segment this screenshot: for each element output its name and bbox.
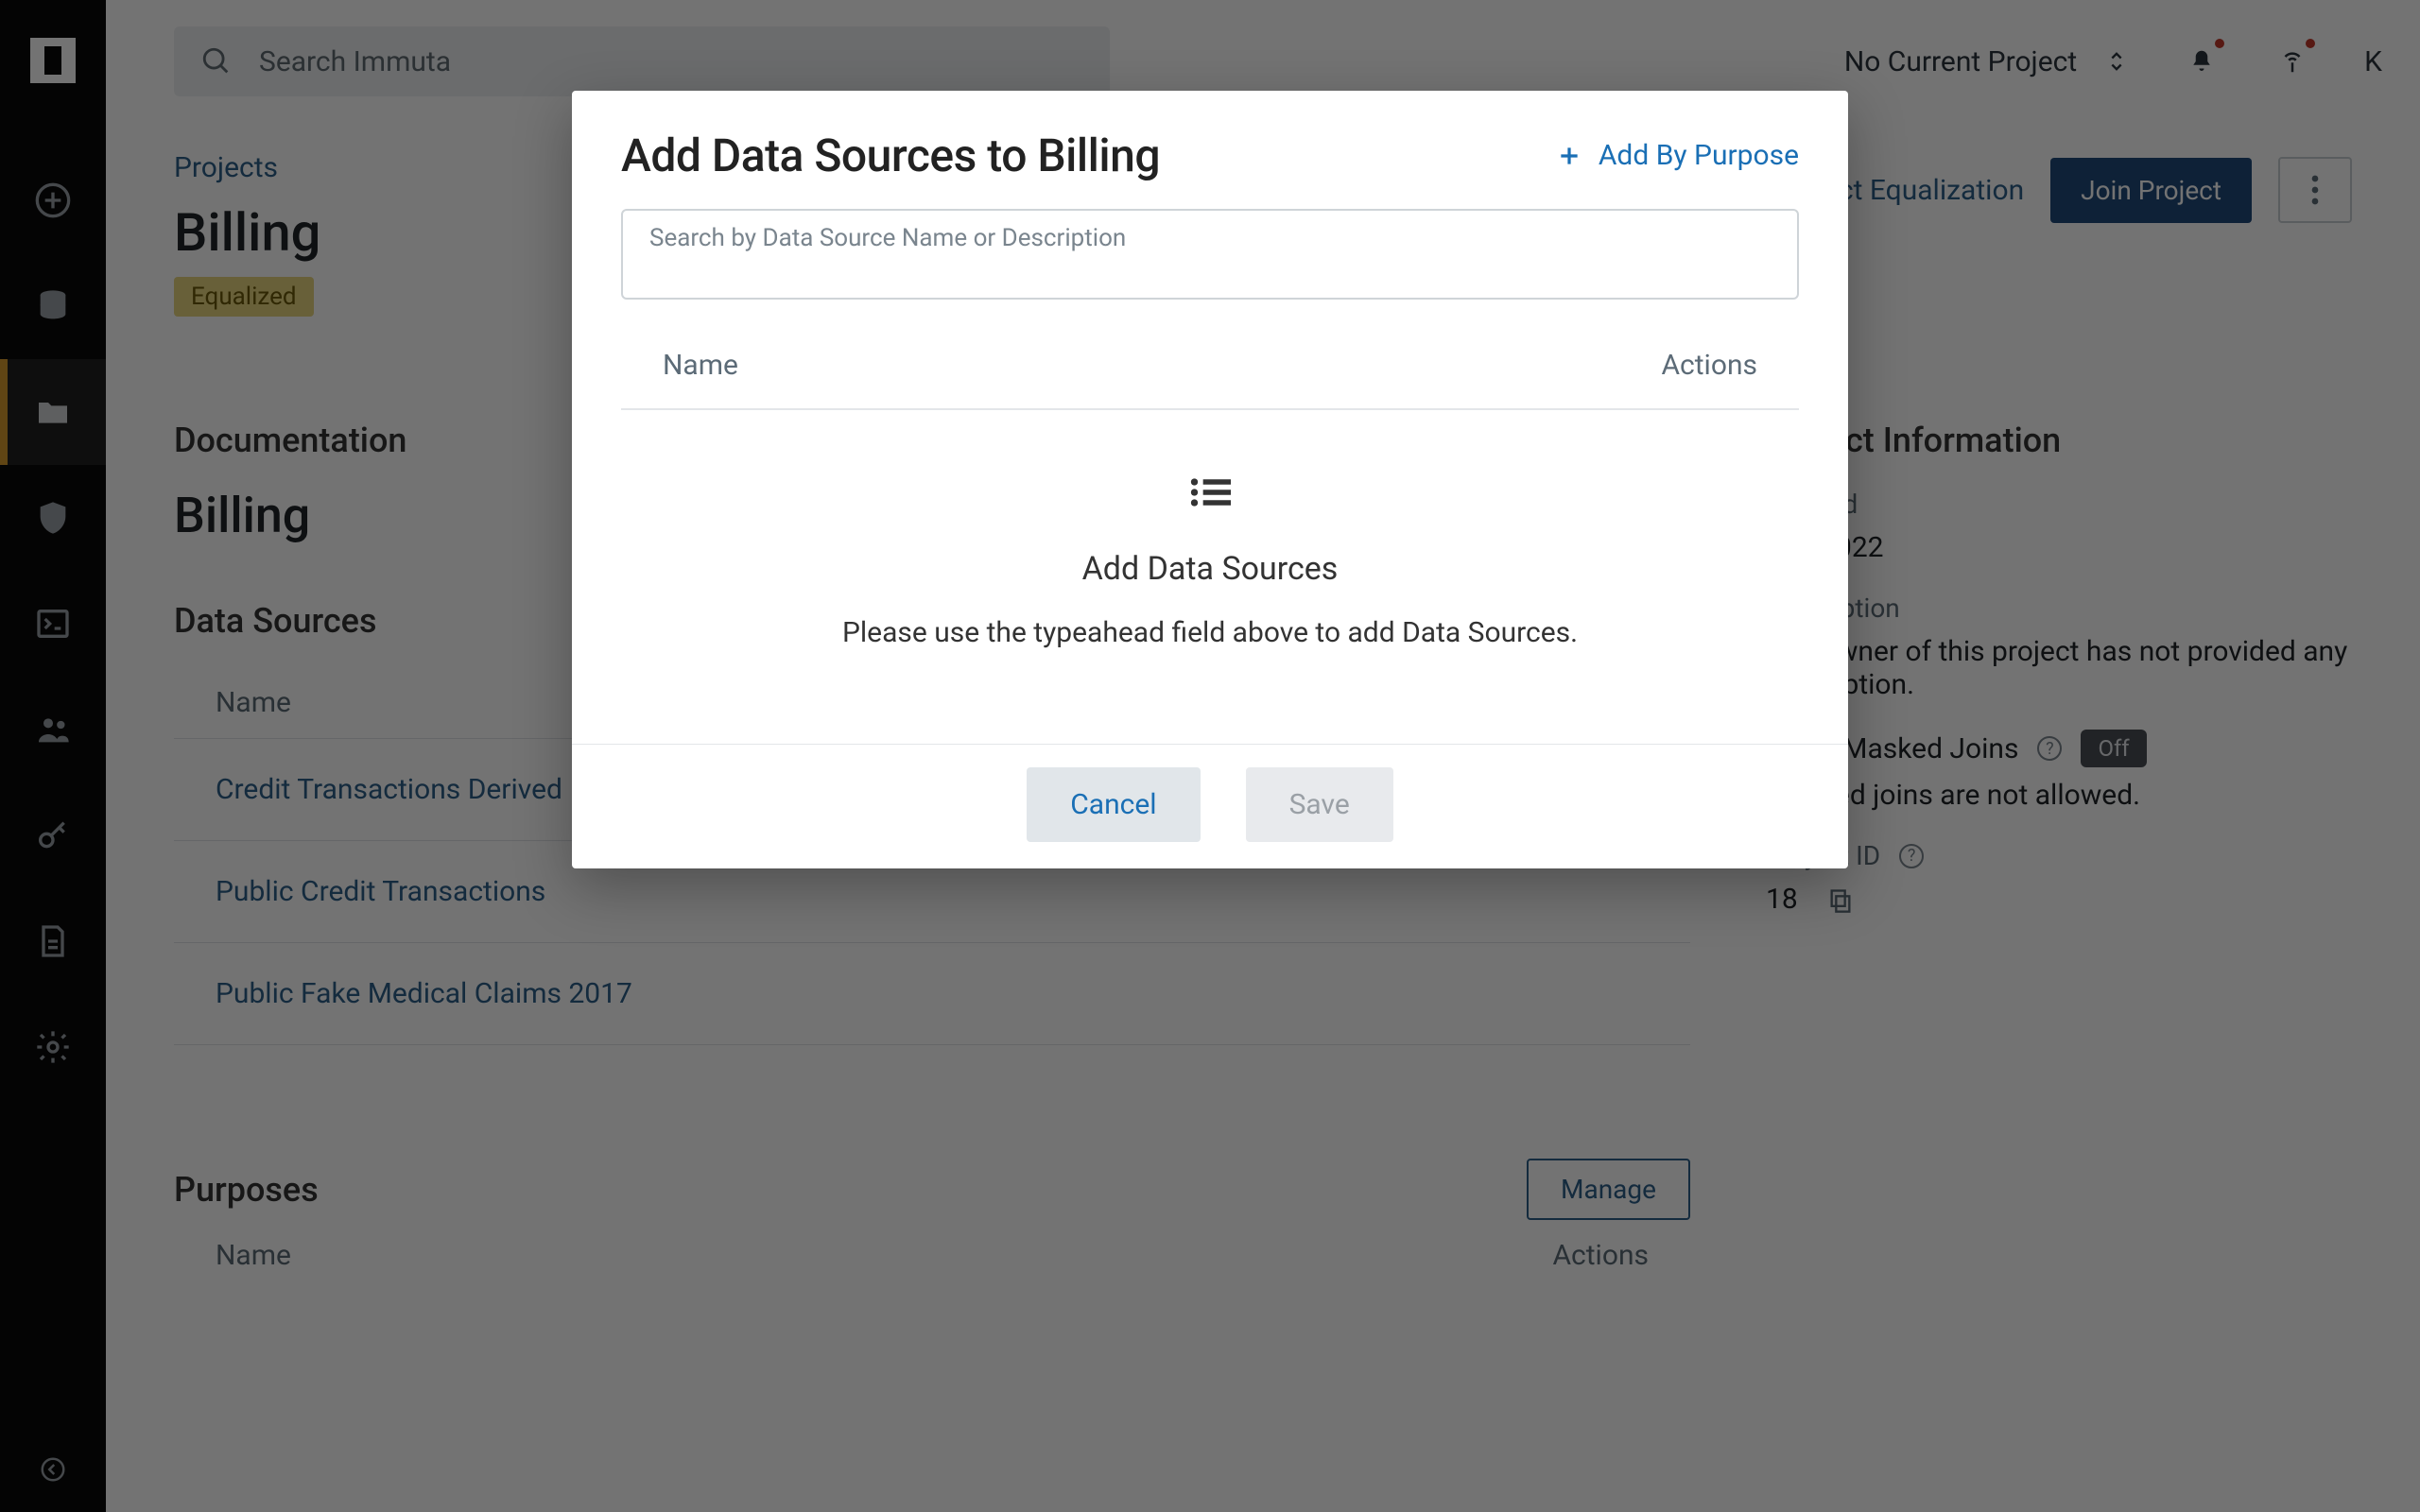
datasource-search-input[interactable]: Search by Data Source Name or Descriptio… xyxy=(621,209,1799,300)
modal-col-name: Name xyxy=(663,349,738,382)
plus-icon xyxy=(1557,144,1582,168)
cancel-button[interactable]: Cancel xyxy=(1027,767,1200,842)
modal-col-actions: Actions xyxy=(1661,349,1757,382)
add-by-purpose-label: Add By Purpose xyxy=(1599,139,1799,172)
datasource-search-placeholder: Search by Data Source Name or Descriptio… xyxy=(649,224,1126,252)
list-icon xyxy=(1189,476,1231,512)
modal-title: Add Data Sources to Billing xyxy=(621,129,1160,182)
add-by-purpose-button[interactable]: Add By Purpose xyxy=(1557,139,1799,172)
empty-state-subtitle: Please use the typeahead field above to … xyxy=(659,616,1761,649)
add-data-sources-modal: Add Data Sources to Billing Add By Purpo… xyxy=(572,91,1848,868)
empty-state-title: Add Data Sources xyxy=(659,550,1761,588)
modal-overlay: Add Data Sources to Billing Add By Purpo… xyxy=(0,0,2420,1512)
save-button[interactable]: Save xyxy=(1246,767,1393,842)
